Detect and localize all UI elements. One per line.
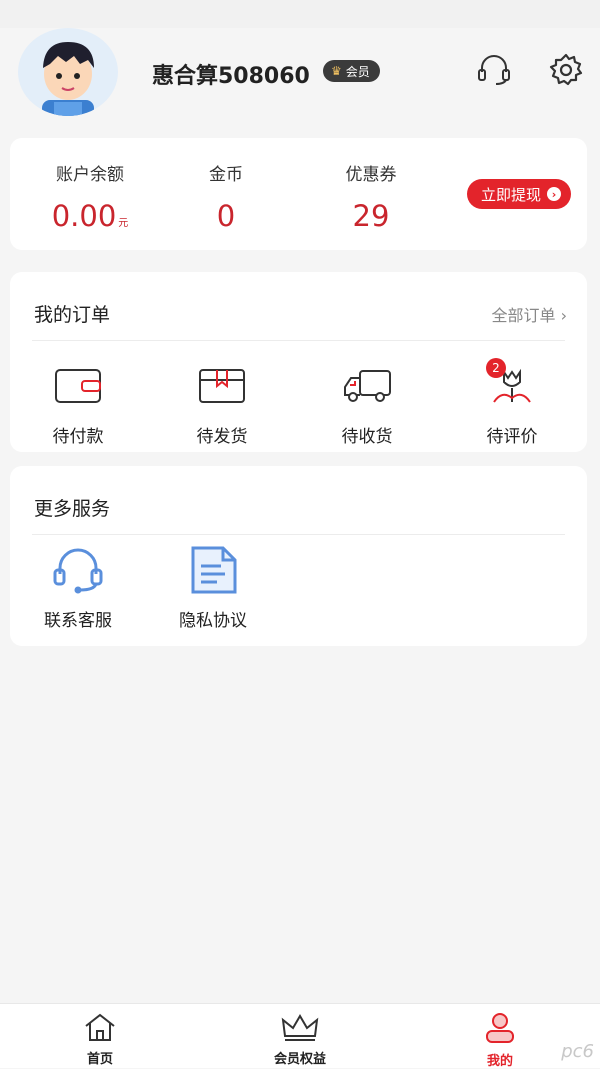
service-label: 联系客服	[44, 611, 112, 631]
tab-home[interactable]: 首页	[50, 1012, 150, 1067]
orders-title: 我的订单	[34, 304, 111, 326]
coupons-stat[interactable]: 优惠券 29	[291, 160, 451, 233]
username: 惠合算508060	[152, 64, 310, 89]
coins-value: 0	[216, 199, 236, 233]
status-bar	[0, 0, 600, 28]
order-label: 待付款	[52, 427, 104, 447]
services-title: 更多服务	[34, 498, 111, 520]
order-label: 待收货	[341, 427, 393, 447]
order-pending-payment[interactable]: 待付款	[18, 364, 138, 447]
arrow-right-icon: ›	[547, 187, 561, 201]
review-count-badge: 2	[486, 358, 506, 378]
profile-header: 惠合算508060 ♛ 会员	[0, 28, 600, 128]
all-orders-link[interactable]: 全部订单 ›	[491, 302, 567, 326]
coupons-value: 29	[352, 199, 390, 233]
coupons-label: 优惠券	[345, 165, 397, 185]
withdraw-label: 立即提现	[480, 185, 541, 204]
watermark: pc6	[561, 1041, 594, 1062]
crown-icon: ♛	[331, 64, 342, 78]
service-contact-support[interactable]: 联系客服	[18, 548, 138, 631]
box-icon	[162, 364, 282, 408]
tab-mine[interactable]: 我的	[450, 1012, 550, 1069]
balance-unit: 元	[118, 218, 129, 229]
crown-icon	[281, 1014, 319, 1041]
service-label: 隐私协议	[179, 611, 247, 631]
headset-icon	[18, 548, 138, 594]
divider	[32, 534, 565, 535]
order-label: 待评价	[486, 427, 538, 447]
balance-value: 0.00	[51, 199, 117, 233]
chevron-right-icon: ›	[560, 306, 567, 325]
document-icon	[153, 546, 273, 594]
order-pending-receipt[interactable]: 待收货	[307, 364, 427, 447]
tab-label: 首页	[86, 1052, 113, 1067]
services-card: 更多服务 联系客服 隐私协议	[10, 466, 587, 646]
balance-card: 账户余额 0.00 元 金币 0 优惠券 29 立即提现 ›	[10, 138, 587, 250]
headset-icon[interactable]	[474, 50, 514, 90]
order-pending-shipment[interactable]: 待发货	[162, 364, 282, 447]
all-orders-label: 全部订单	[491, 306, 556, 325]
member-badge: ♛ 会员	[323, 60, 380, 82]
withdraw-button[interactable]: 立即提现 ›	[466, 179, 571, 209]
order-label: 待发货	[196, 427, 248, 447]
member-badge-label: 会员	[345, 64, 370, 79]
flower-icon: 2	[452, 358, 572, 408]
coins-stat[interactable]: 金币 0	[146, 160, 306, 233]
tab-label: 我的	[486, 1054, 513, 1069]
gear-icon[interactable]	[546, 50, 586, 90]
coins-label: 金币	[209, 165, 243, 185]
user-icon	[486, 1013, 514, 1043]
truck-icon	[307, 364, 427, 408]
order-pending-review[interactable]: 2 待评价	[452, 358, 572, 447]
tab-member-benefits[interactable]: 会员权益	[250, 1012, 350, 1067]
avatar[interactable]	[18, 28, 118, 116]
divider	[32, 340, 565, 341]
tab-label: 会员权益	[273, 1052, 326, 1067]
wallet-icon	[18, 364, 138, 408]
bottom-tab-bar: 首页 会员权益 我的 pc6	[0, 1003, 600, 1069]
home-icon	[85, 1013, 115, 1041]
service-privacy-policy[interactable]: 隐私协议	[153, 546, 273, 631]
orders-card: 我的订单 全部订单 › 待付款 待发货 待收货 2 待评价	[10, 272, 587, 452]
